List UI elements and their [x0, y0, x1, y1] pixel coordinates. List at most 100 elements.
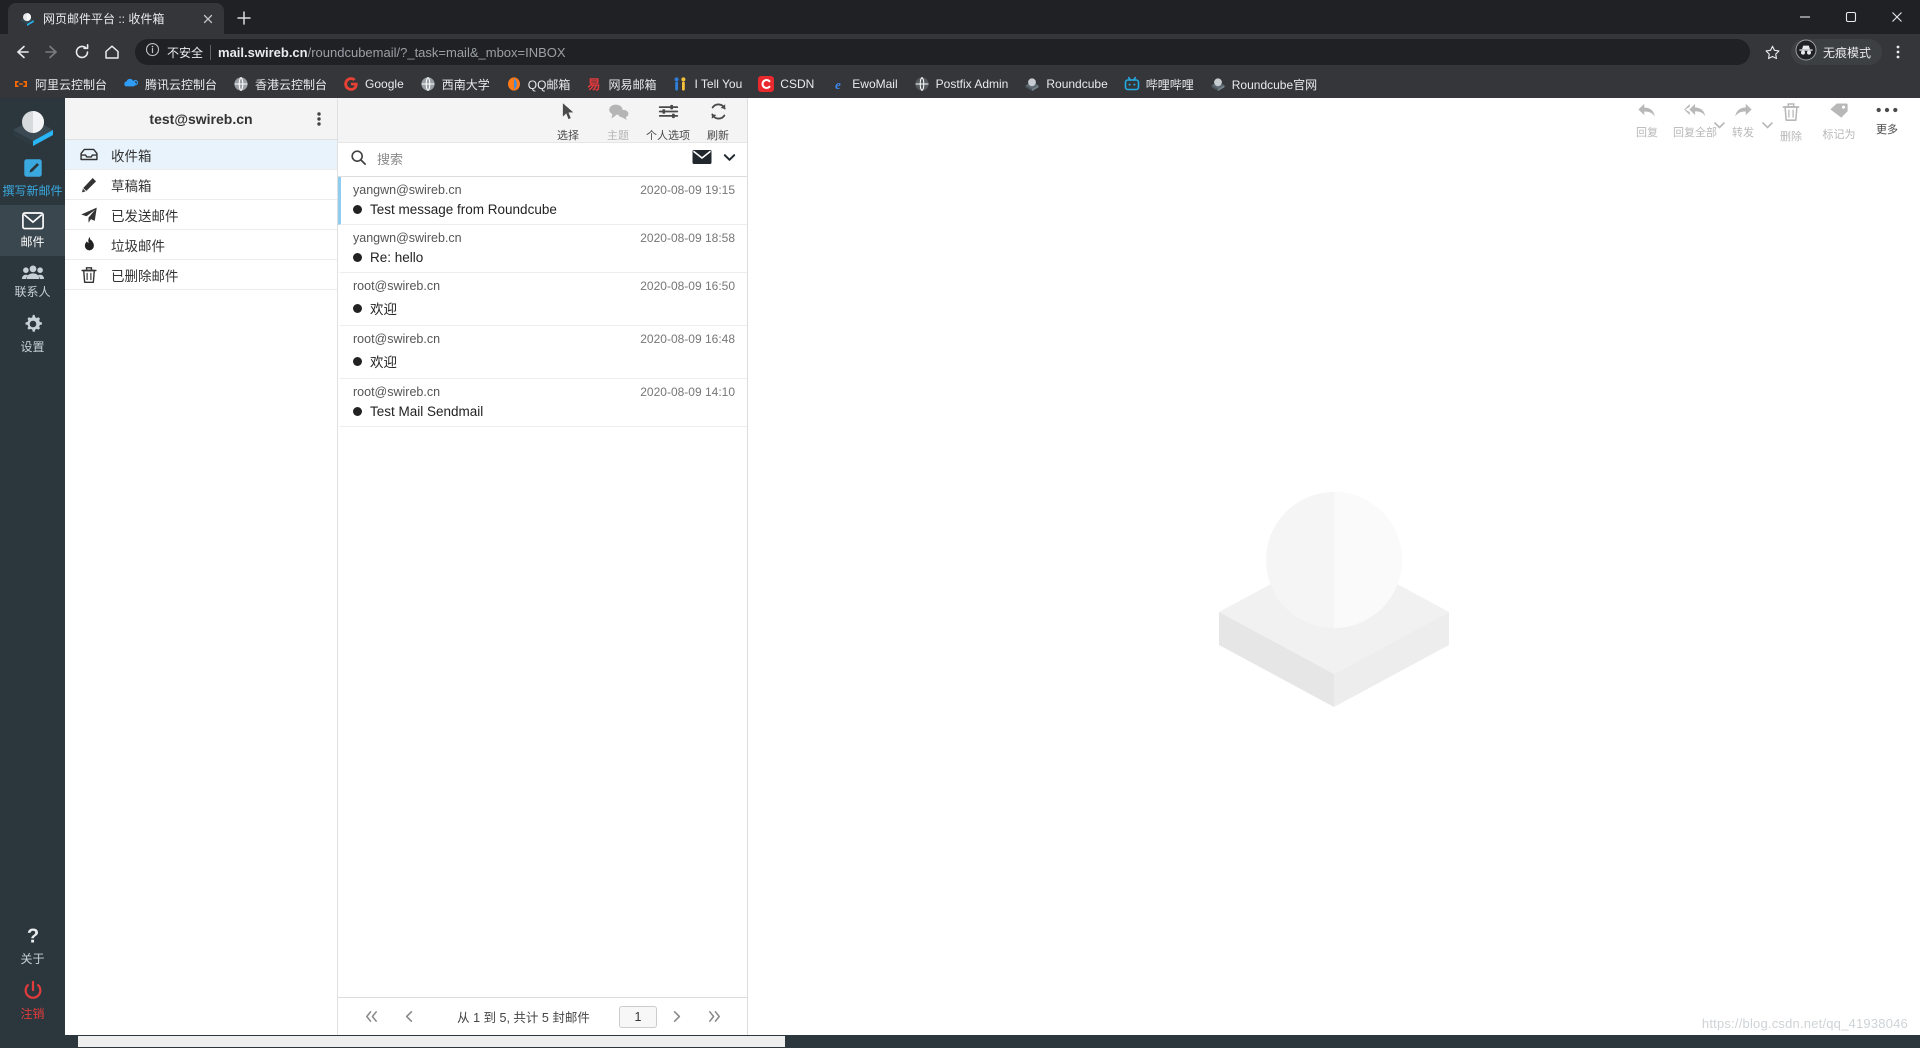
message-list[interactable]: yangwn@swireb.cn 2020-08-09 19:15 Test mes… — [338, 177, 747, 997]
unread-dot-icon[interactable] — [353, 303, 362, 313]
toolbar-button-0[interactable]: 选择 — [545, 102, 591, 143]
window-close-icon[interactable] — [1874, 0, 1920, 34]
folder-item[interactable]: 垃圾邮件 — [65, 230, 337, 260]
search-bar[interactable] — [338, 143, 747, 177]
horizontal-scrollbar[interactable] — [0, 1035, 1920, 1048]
message-meta: root@swireb.cn 2020-08-09 16:48 — [353, 332, 735, 346]
page-number-input[interactable] — [619, 1005, 657, 1028]
trash-icon — [1781, 102, 1801, 127]
chevron-right-icon[interactable] — [657, 1009, 695, 1024]
kebab-menu-icon[interactable] — [311, 98, 327, 140]
message-sender: root@swireb.cn — [353, 385, 441, 399]
preview-action-0[interactable]: 回复 — [1624, 102, 1670, 140]
sidebar-item-2[interactable]: 联系人 — [0, 256, 65, 307]
aliyun-icon — [13, 76, 29, 92]
preview-action-2[interactable]: 转发 — [1720, 102, 1773, 140]
message-row[interactable]: root@swireb.cn 2020-08-09 16:48 欢迎 — [338, 326, 747, 379]
sidebar-item-1[interactable]: 邮件 — [0, 205, 65, 256]
bookmark-item[interactable]: Postfix Admin — [907, 73, 1016, 95]
folder-item[interactable]: 收件箱 — [65, 140, 337, 170]
bookmark-star-icon[interactable] — [1759, 38, 1787, 66]
bookmark-label: 哔哩哔哩 — [1145, 77, 1194, 92]
toolbar-button-label: 选择 — [557, 130, 579, 142]
unread-dot-icon[interactable] — [353, 253, 362, 262]
unread-dot-icon[interactable] — [353, 205, 362, 214]
bookmark-item[interactable]: Roundcube — [1017, 73, 1114, 95]
preview-action-3[interactable]: 删除 — [1768, 102, 1814, 144]
search-input[interactable] — [377, 152, 682, 167]
bookmark-item[interactable]: 哔哩哔哩 — [1117, 73, 1201, 96]
google-icon — [343, 76, 359, 92]
folder-item[interactable]: 草稿箱 — [65, 170, 337, 200]
roundcube-logo-icon — [0, 98, 65, 150]
message-row[interactable]: yangwn@swireb.cn 2020-08-09 19:15 Test mes… — [338, 177, 747, 225]
maximize-icon[interactable] — [1828, 0, 1874, 34]
sidebar-bottom-label: 注销 — [20, 1007, 45, 1021]
csdn-icon — [758, 76, 775, 92]
bookmark-item[interactable]: I Tell You — [665, 73, 749, 95]
chrome-menu-icon[interactable] — [1884, 38, 1912, 66]
message-subject-row: Re: hello — [353, 250, 735, 265]
bookmark-label: CSDN — [780, 77, 815, 91]
bookmark-item[interactable]: QQ邮箱 — [499, 73, 578, 96]
bookmarks-bar: 阿里云控制台 腾讯云控制台 香港云控制台 Google 西南大学 QQ邮箱易网易邮箱 I T… — [0, 70, 1920, 98]
sidebar-bottom-item-1[interactable]: 注销 — [0, 973, 65, 1035]
bookmark-label: 网易邮箱 — [608, 77, 657, 92]
tag-icon — [1829, 102, 1849, 125]
scrollbar-track-left — [0, 1035, 78, 1048]
message-row[interactable]: root@swireb.cn 2020-08-09 14:10 Test Mail … — [338, 379, 747, 427]
toolbar-button-2[interactable]: 个人选项 — [645, 102, 691, 143]
pagination-summary: 从 1 到 5, 共计 5 封邮件 — [457, 1011, 590, 1025]
chevron-left-icon[interactable] — [390, 1009, 428, 1024]
message-row[interactable]: yangwn@swireb.cn 2020-08-09 18:58 Re: hell… — [338, 225, 747, 273]
bookmark-item[interactable]: Google — [336, 73, 411, 95]
sidebar-item-0[interactable]: 撰写新邮件 — [0, 150, 65, 205]
unread-dot-icon[interactable] — [353, 356, 362, 366]
folder-item[interactable]: 已发送邮件 — [65, 200, 337, 230]
bookmark-item[interactable]: Roundcube官网 — [1203, 73, 1324, 96]
envelope-filled-icon[interactable] — [692, 149, 712, 170]
bookmark-item[interactable]: 香港云控制台 — [226, 73, 334, 96]
preview-action-5[interactable]: 更多 — [1864, 102, 1910, 137]
bookmark-item[interactable]: 易网易邮箱 — [579, 73, 663, 96]
unread-dot-icon[interactable] — [353, 407, 362, 416]
preview-action-4[interactable]: 标记为 — [1816, 102, 1862, 142]
double-chevron-right-icon[interactable] — [695, 1009, 733, 1024]
folder-item[interactable]: 已删除邮件 — [65, 260, 337, 290]
home-icon[interactable] — [98, 38, 126, 66]
bookmark-item[interactable]: 西南大学 — [413, 73, 497, 96]
close-icon[interactable] — [200, 11, 216, 27]
incognito-indicator[interactable]: 无痕模式 — [1790, 39, 1882, 65]
message-row[interactable]: root@swireb.cn 2020-08-09 16:50 欢迎 — [338, 273, 747, 326]
bookmark-item[interactable]: e EwoMail — [823, 73, 904, 95]
power-icon — [22, 980, 44, 1005]
chevron-down-icon[interactable] — [722, 150, 737, 170]
roundcube-icon — [1024, 76, 1040, 92]
sidebar-item-3[interactable]: 设置 — [0, 306, 65, 361]
preview-action-1[interactable]: 回复全部 — [1672, 102, 1725, 140]
bookmark-item[interactable]: CSDN — [751, 73, 821, 95]
preview-action-label: 更多 — [1876, 124, 1898, 136]
browser-tab[interactable]: 网页邮件平台 :: 收件箱 — [8, 3, 224, 34]
sidebar-bottom-item-0[interactable]: ? 关于 — [0, 918, 65, 973]
toolbar-button-3[interactable]: 刷新 — [695, 102, 741, 143]
bookmark-label: 香港云控制台 — [255, 77, 328, 92]
sent-paperplane-icon — [79, 206, 99, 224]
minimize-icon[interactable] — [1782, 0, 1828, 34]
bookmark-item[interactable]: 阿里云控制台 — [6, 73, 114, 96]
back-arrow-icon[interactable] — [8, 38, 36, 66]
preview-placeholder — [748, 143, 1920, 1035]
new-tab-icon[interactable] — [230, 4, 258, 32]
sliders-icon — [658, 102, 679, 126]
junk-fire-icon — [79, 236, 99, 254]
scrollbar-thumb[interactable] — [78, 1036, 785, 1047]
address-bar[interactable]: 不安全 mail.swireb.cn/roundcubemail/?_task=… — [135, 39, 1750, 65]
toolbar-button-1[interactable]: 主题 — [595, 102, 641, 143]
double-chevron-left-icon[interactable] — [352, 1009, 390, 1024]
threads-bubbles-icon — [608, 102, 629, 126]
reload-icon[interactable] — [68, 38, 96, 66]
bookmark-item[interactable]: 腾讯云控制台 — [116, 73, 224, 96]
preview-action-label: 标记为 — [1822, 128, 1856, 141]
app-sidebar: 撰写新邮件 邮件 联系人 设置 ? 关于注销 — [0, 98, 65, 1035]
bookmark-label: Postfix Admin — [935, 77, 1009, 91]
